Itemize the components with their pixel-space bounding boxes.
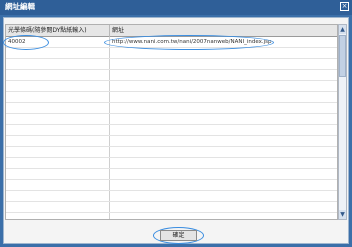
barcode-cell[interactable] bbox=[6, 125, 110, 135]
barcode-cell[interactable] bbox=[6, 191, 110, 201]
table-row[interactable] bbox=[6, 191, 337, 202]
grid-header: 光學條碼(隨參閱DY點紙輸入) 網址 bbox=[6, 25, 337, 37]
ok-button[interactable]: 確定 bbox=[160, 230, 197, 241]
barcode-cell[interactable] bbox=[6, 213, 110, 219]
table-row[interactable] bbox=[6, 158, 337, 169]
url-cell[interactable] bbox=[110, 191, 337, 201]
chevron-up-icon[interactable]: ▲ bbox=[339, 25, 346, 34]
url-cell[interactable] bbox=[110, 169, 337, 179]
table-row[interactable] bbox=[6, 147, 337, 158]
barcode-cell[interactable] bbox=[6, 70, 110, 80]
url-cell[interactable] bbox=[110, 114, 337, 124]
url-cell[interactable] bbox=[110, 81, 337, 91]
chevron-down-icon[interactable]: ▼ bbox=[339, 210, 346, 219]
table-row[interactable] bbox=[6, 180, 337, 191]
table-row[interactable] bbox=[6, 125, 337, 136]
barcode-cell[interactable] bbox=[6, 48, 110, 58]
table-row[interactable] bbox=[6, 136, 337, 147]
url-cell[interactable] bbox=[110, 125, 337, 135]
url-cell[interactable] bbox=[110, 147, 337, 157]
url-cell[interactable]: http://www.nani.com.tw/nani/2007nanweb/N… bbox=[110, 37, 337, 47]
barcode-cell[interactable] bbox=[6, 103, 110, 113]
url-cell[interactable] bbox=[110, 213, 337, 219]
barcode-cell[interactable] bbox=[6, 169, 110, 179]
table-row[interactable]: 40002 http://www.nani.com.tw/nani/2007nan… bbox=[6, 37, 337, 48]
table-row[interactable] bbox=[6, 202, 337, 213]
barcode-cell[interactable] bbox=[6, 136, 110, 146]
barcode-cell[interactable] bbox=[6, 202, 110, 212]
dialog-window: 網址編輯 × 光學條碼(隨參閱DY點紙輸入) 網址 40002 http://ww… bbox=[0, 0, 352, 247]
scroll-thumb[interactable] bbox=[339, 35, 346, 77]
column-header-barcode[interactable]: 光學條碼(隨參閱DY點紙輸入) bbox=[6, 25, 110, 37]
table-row[interactable] bbox=[6, 81, 337, 92]
barcode-cell[interactable] bbox=[6, 92, 110, 102]
table-row[interactable] bbox=[6, 169, 337, 180]
barcode-cell[interactable] bbox=[6, 147, 110, 157]
barcode-cell[interactable] bbox=[6, 114, 110, 124]
table-row[interactable] bbox=[6, 213, 337, 219]
url-cell[interactable] bbox=[110, 158, 337, 168]
table-row[interactable] bbox=[6, 70, 337, 81]
barcode-cell[interactable] bbox=[6, 158, 110, 168]
url-cell[interactable] bbox=[110, 136, 337, 146]
barcode-cell[interactable] bbox=[6, 180, 110, 190]
url-grid: 光學條碼(隨參閱DY點紙輸入) 網址 40002 http://www.nani.… bbox=[5, 24, 338, 220]
barcode-cell[interactable] bbox=[6, 81, 110, 91]
url-cell[interactable] bbox=[110, 70, 337, 80]
table-row[interactable] bbox=[6, 92, 337, 103]
url-cell[interactable] bbox=[110, 103, 337, 113]
url-cell[interactable] bbox=[110, 202, 337, 212]
table-row[interactable] bbox=[6, 48, 337, 59]
url-cell[interactable] bbox=[110, 92, 337, 102]
table-row[interactable] bbox=[6, 114, 337, 125]
url-cell[interactable] bbox=[110, 180, 337, 190]
vertical-scrollbar[interactable]: ▲ ▼ bbox=[338, 24, 347, 220]
column-header-url[interactable]: 網址 bbox=[110, 25, 337, 37]
table-row[interactable] bbox=[6, 59, 337, 70]
table-row[interactable] bbox=[6, 103, 337, 114]
barcode-cell[interactable]: 40002 bbox=[6, 37, 110, 47]
url-cell[interactable] bbox=[110, 59, 337, 69]
barcode-cell[interactable] bbox=[6, 59, 110, 69]
url-cell[interactable] bbox=[110, 48, 337, 58]
title-bar[interactable]: 網址編輯 × bbox=[0, 0, 352, 15]
window-title: 網址編輯 bbox=[5, 2, 35, 11]
close-icon[interactable]: × bbox=[340, 2, 349, 11]
